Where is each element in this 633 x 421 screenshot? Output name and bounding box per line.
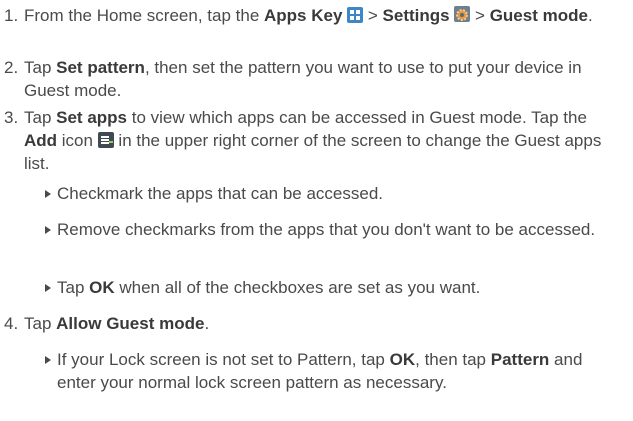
text-run: Tap [24,58,57,77]
bullet-triangle-icon [45,356,51,364]
apps-icon [347,7,364,23]
step-number: 3. [4,108,19,127]
ui-term: Allow Guest mode [56,314,205,333]
step-number: 1. [4,6,19,25]
bullet-triangle-icon [45,190,51,198]
step-text: Tap Set apps to view which apps can be a… [24,106,623,175]
ui-term: Apps Key [264,6,343,25]
text-run: when all of the checkboxes are set as yo… [114,278,481,297]
bullet-text: Checkmark the apps that can be accessed. [57,182,623,205]
text-run: Remove checkmarks from the apps that you… [57,220,596,239]
text-run: Tap [24,314,57,333]
text-run: > [470,6,490,25]
ui-term: Add [24,131,58,150]
text-run: Checkmark the apps that can be accessed. [57,184,384,203]
text-run: Tap [24,108,57,127]
text-run: , then tap [415,350,491,369]
step-number: 2. [4,58,19,77]
ui-term: Set pattern [56,58,145,77]
bullet-triangle-icon [45,284,51,292]
text-run: > [363,6,383,25]
step-number: 4. [4,314,19,333]
ui-term: Guest mode [489,6,588,25]
bullet-text: If your Lock screen is not set to Patter… [57,348,623,394]
add-icon [97,132,114,148]
text-run: . [587,6,593,25]
bullet-text: Tap OK when all of the checkboxes are se… [57,276,623,299]
text-run: to view which apps can be accessed in Gu… [127,108,587,127]
ui-term: Settings [382,6,450,25]
ui-term: Pattern [490,350,550,369]
text-run: If your Lock screen is not set to Patter… [57,350,390,369]
text-run: Tap [57,278,90,297]
ui-term: OK [389,350,416,369]
step-text: From the Home screen, tap the Apps Key >… [24,4,623,27]
text-run: icon [57,131,98,150]
text-run: . [204,314,210,333]
ui-term: OK [89,278,115,297]
instructions-document: 1. From the Home screen, tap the Apps Ke… [0,0,633,421]
ui-term: Set apps [56,108,127,127]
settings-icon [454,6,471,22]
text-run: From the Home screen, tap the [24,6,264,25]
step-text: Tap Set pattern, then set the pattern yo… [24,56,623,102]
bullet-text: Remove checkmarks from the apps that you… [57,218,623,241]
bullet-triangle-icon [45,226,51,234]
step-text: Tap Allow Guest mode. [24,312,623,335]
